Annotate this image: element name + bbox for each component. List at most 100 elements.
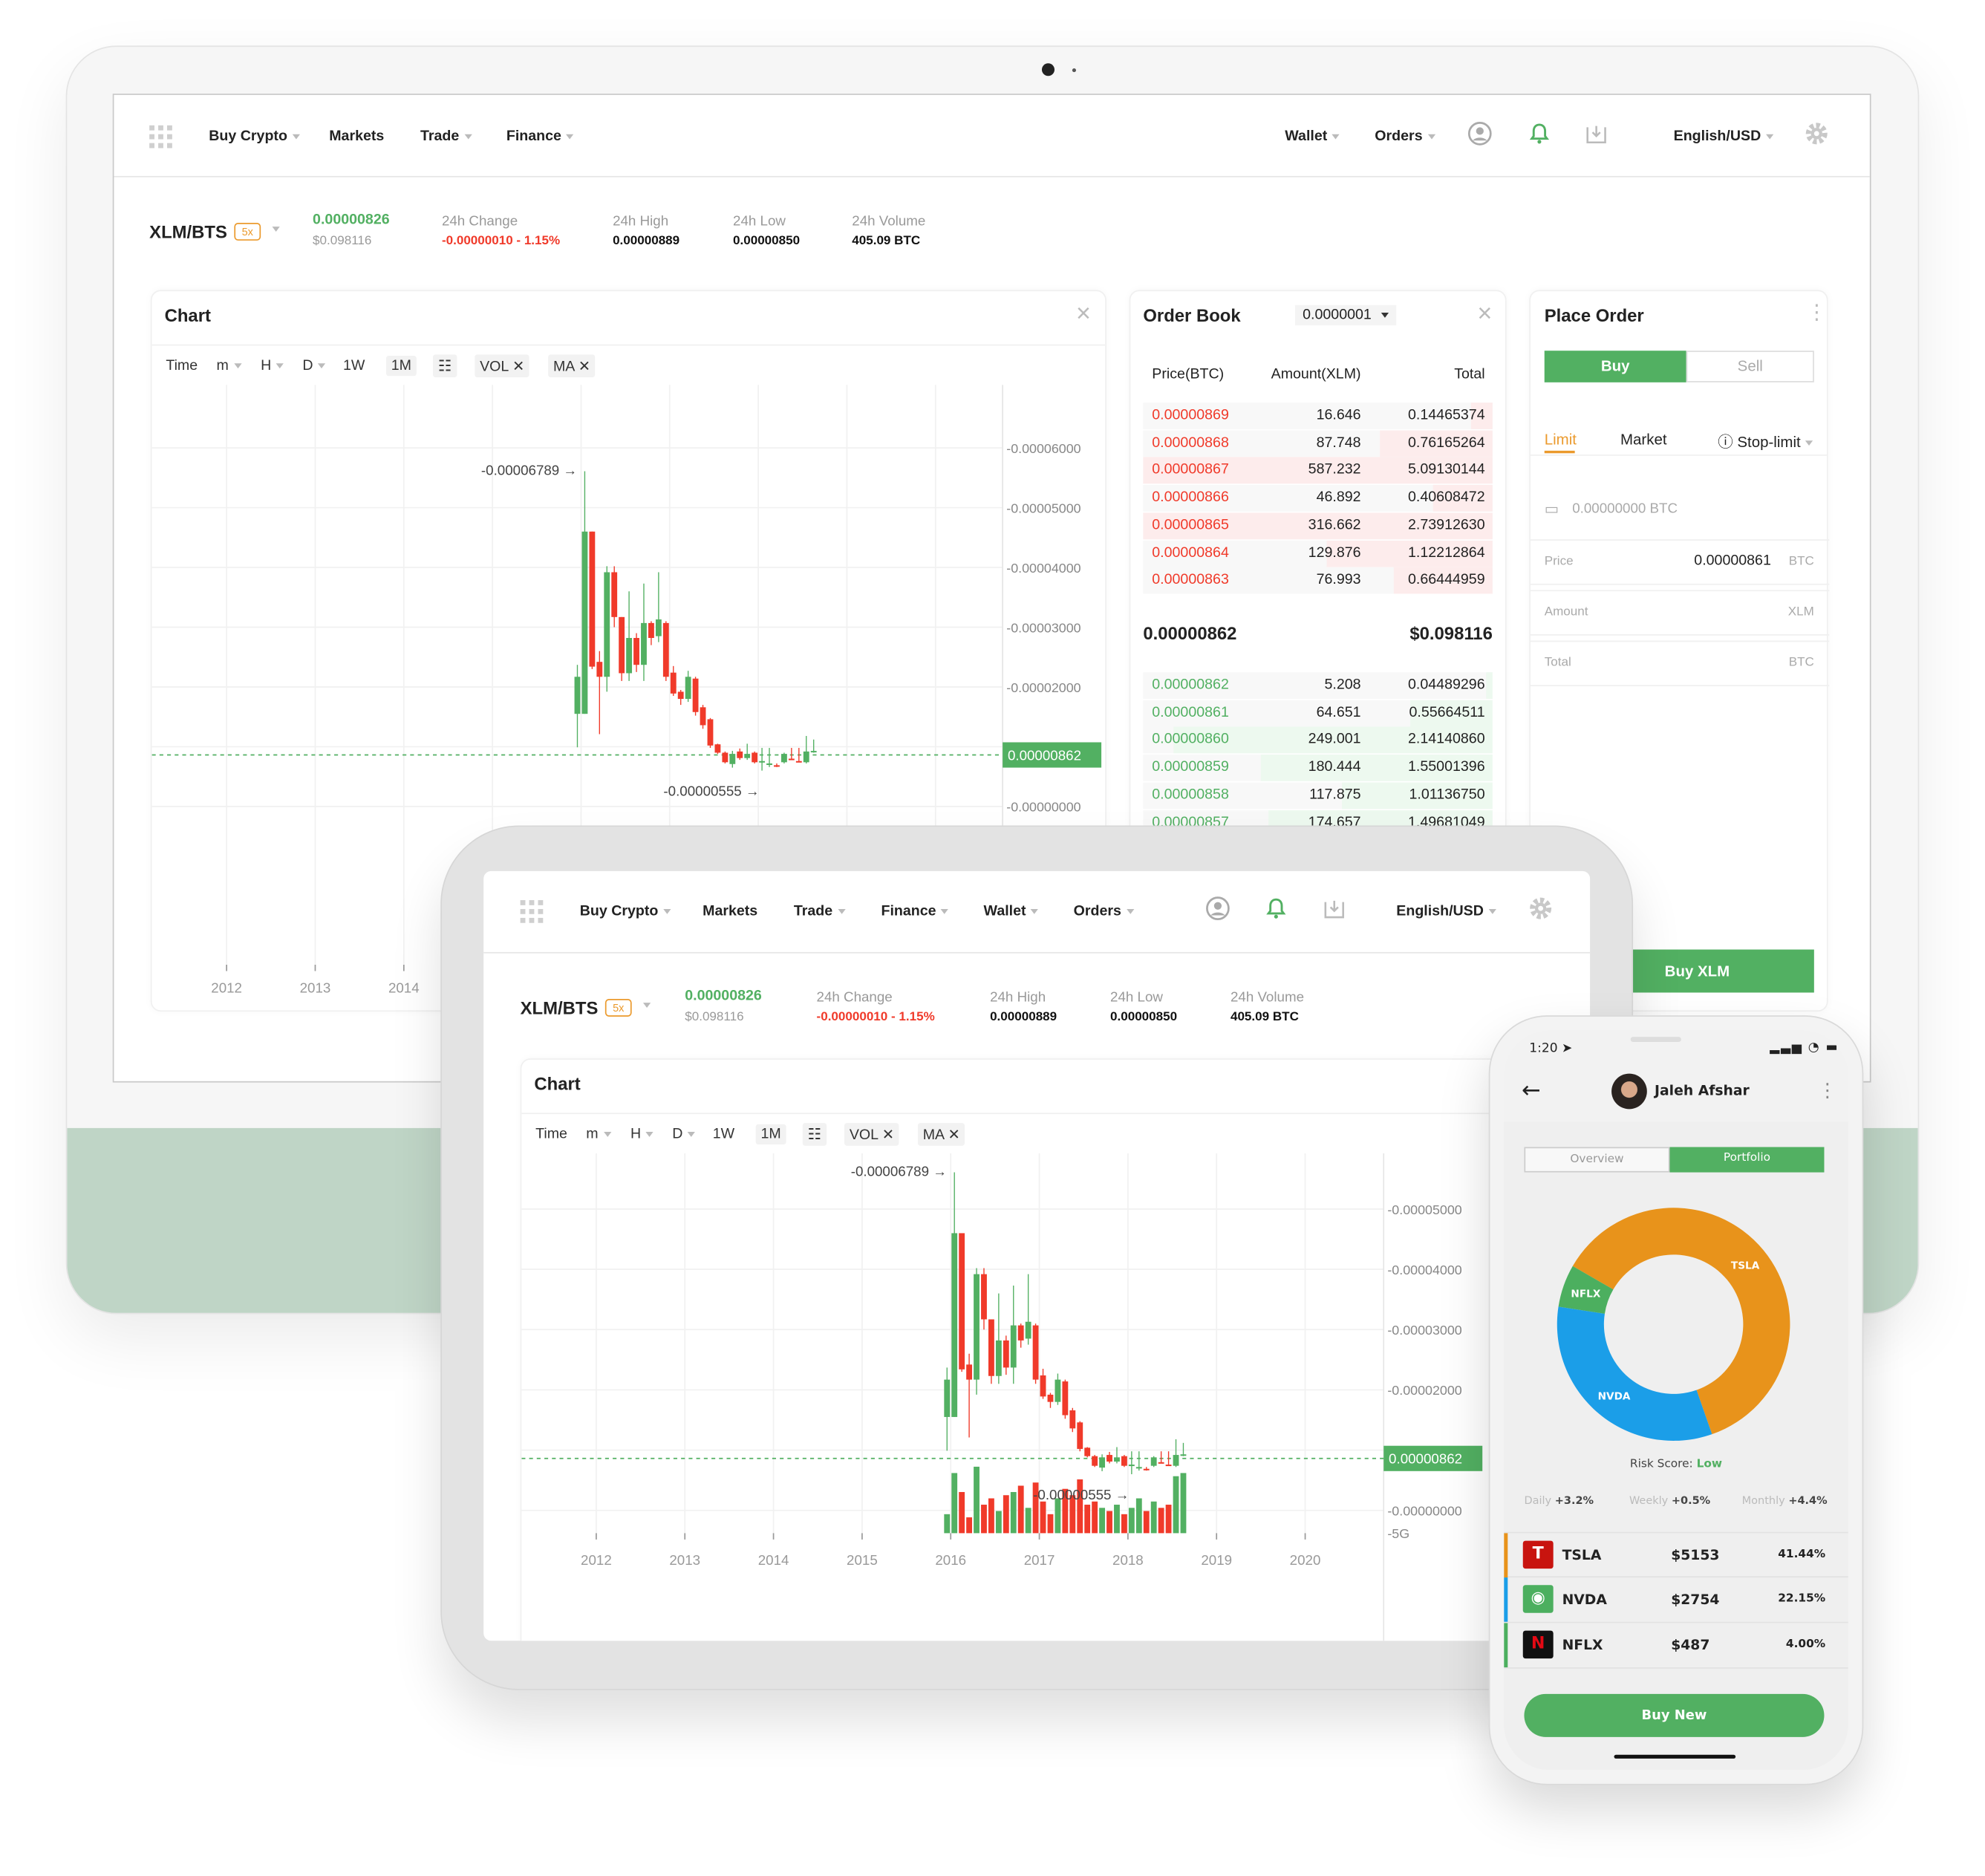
field-unit: BTC xyxy=(1788,554,1814,569)
row-total: 0.66444959 xyxy=(1408,572,1485,588)
buy-new-button[interactable]: Buy New xyxy=(1524,1693,1825,1737)
nav-wallet[interactable]: Wallet xyxy=(984,904,1039,919)
nvidia-logo-icon: ◉ xyxy=(1522,1585,1554,1613)
download-icon[interactable] xyxy=(1322,896,1347,928)
order-type-limit[interactable]: Limit xyxy=(1545,431,1577,449)
bell-icon[interactable] xyxy=(1263,896,1288,928)
chevron-down-icon[interactable] xyxy=(642,1003,651,1008)
leverage-badge[interactable]: 5x xyxy=(234,223,261,241)
holding-color-bar xyxy=(1504,1533,1508,1578)
field-value: 0.00000861 xyxy=(1694,553,1771,569)
close-order-book-icon[interactable]: × xyxy=(1477,302,1492,327)
last-price: 0.00000826 xyxy=(685,989,762,1004)
row-total: 0.76165264 xyxy=(1408,434,1485,451)
holding-color-bar xyxy=(1504,1577,1508,1622)
candle-body xyxy=(596,662,603,677)
nav-buy-crypto[interactable]: Buy Crypto xyxy=(209,129,300,144)
ask-row[interactable]: 0.00000865 316.662 2.73912630 xyxy=(1143,512,1493,539)
ask-row[interactable]: 0.00000863 76.993 0.66444959 xyxy=(1143,567,1493,594)
bid-row[interactable]: 0.00000861 64.651 0.55664511 xyxy=(1143,700,1493,726)
sell-tab[interactable]: Sell xyxy=(1686,351,1814,382)
nav-trade[interactable]: Trade xyxy=(420,129,472,144)
nav-buy-crypto[interactable]: Buy Crypto xyxy=(580,904,671,919)
nav-wallet[interactable]: Wallet xyxy=(1285,129,1340,144)
ask-row[interactable]: 0.00000864 129.876 1.12212864 xyxy=(1143,540,1493,567)
volume-bar xyxy=(988,1498,994,1534)
pair-name[interactable]: XLM/BTS xyxy=(521,997,599,1017)
apps-grid-icon[interactable] xyxy=(520,900,544,923)
bid-row[interactable]: 0.00000858 117.875 1.01136750 xyxy=(1143,782,1493,809)
holding-row[interactable]: N NFLX $487 4.00% xyxy=(1504,1623,1848,1669)
stat-weekly: Weekly +0.5% xyxy=(1629,1495,1711,1508)
total-input[interactable]: Total BTC xyxy=(1530,640,1830,686)
candle-body xyxy=(589,531,596,667)
tab-overview[interactable]: Overview xyxy=(1524,1147,1670,1173)
holding-value: $487 xyxy=(1671,1637,1710,1654)
candle-body xyxy=(1150,1457,1157,1466)
ask-row[interactable]: 0.00000868 87.748 0.76165264 xyxy=(1143,430,1493,457)
candle-body xyxy=(722,752,729,763)
language-selector[interactable]: English/USD xyxy=(1674,129,1774,144)
stat-label-volume: 24h Volume xyxy=(1230,990,1305,1006)
language-selector[interactable]: English/USD xyxy=(1396,904,1496,919)
stat-label-low: 24h Low xyxy=(1110,990,1163,1006)
nav-markets[interactable]: Markets xyxy=(329,129,384,144)
candle-body xyxy=(1128,1465,1135,1467)
candle-body xyxy=(685,677,691,700)
nav-orders[interactable]: Orders xyxy=(1375,129,1435,144)
chevron-down-icon[interactable] xyxy=(272,227,280,232)
nav-finance[interactable]: Finance xyxy=(881,904,949,919)
row-amount: 46.892 xyxy=(1316,489,1361,506)
gear-icon[interactable] xyxy=(1528,896,1554,928)
apps-grid-icon[interactable] xyxy=(149,125,172,149)
pair-name[interactable]: XLM/BTS xyxy=(149,221,227,241)
bid-row[interactable]: 0.00000862 5.208 0.04489296 xyxy=(1143,672,1493,699)
holding-row[interactable]: ◉ NVDA $2754 22.15% xyxy=(1504,1577,1848,1623)
row-price: 0.00000862 xyxy=(1152,677,1229,693)
tab-portfolio[interactable]: Portfolio xyxy=(1669,1147,1825,1173)
bell-icon[interactable] xyxy=(1527,121,1552,153)
order-type-stop-limit[interactable]: ⓘ Stop-limit xyxy=(1718,431,1813,452)
volume-bar xyxy=(1180,1473,1187,1534)
row-total: 0.40608472 xyxy=(1408,489,1485,506)
gear-icon[interactable] xyxy=(1804,121,1829,153)
ask-row[interactable]: 0.00000866 46.892 0.40608472 xyxy=(1143,485,1493,512)
download-icon[interactable] xyxy=(1584,121,1609,153)
candle-body xyxy=(692,678,699,712)
volume-bar xyxy=(1158,1508,1164,1534)
user-icon[interactable] xyxy=(1205,896,1231,928)
precision-select[interactable]: 0.0000001 xyxy=(1294,304,1396,326)
volume-bar xyxy=(959,1491,965,1534)
nav-markets[interactable]: Markets xyxy=(703,904,757,919)
x-tick-label: 2014 xyxy=(388,980,420,995)
user-icon[interactable] xyxy=(1467,121,1493,153)
back-arrow-icon[interactable]: ← xyxy=(1522,1078,1541,1104)
nav-finance[interactable]: Finance xyxy=(506,129,575,144)
row-total: 2.14140860 xyxy=(1408,732,1485,748)
bid-row[interactable]: 0.00000859 180.444 1.55001396 xyxy=(1143,755,1493,781)
ask-row[interactable]: 0.00000867 587.232 5.09130144 xyxy=(1143,457,1493,484)
more-options-icon[interactable]: ⋮ xyxy=(1818,1078,1837,1101)
amount-input[interactable]: Amount XLM xyxy=(1530,590,1830,636)
buy-tab[interactable]: Buy xyxy=(1544,351,1686,382)
volume-bar xyxy=(981,1505,987,1534)
candle-body xyxy=(648,622,654,638)
nav-orders[interactable]: Orders xyxy=(1074,904,1134,919)
available-balance: 0.00000000 BTC xyxy=(1572,501,1678,517)
order-type-market[interactable]: Market xyxy=(1620,431,1667,449)
candle-body xyxy=(1158,1462,1164,1464)
bid-row[interactable]: 0.00000860 249.001 2.14140860 xyxy=(1143,727,1493,754)
ask-row[interactable]: 0.00000869 16.646 0.14465374 xyxy=(1143,403,1493,429)
stat-label-high: 24h High xyxy=(613,214,669,229)
field-unit: XLM xyxy=(1787,605,1814,619)
y-tick-label: -0.00006000 xyxy=(1006,441,1080,456)
nav-trade[interactable]: Trade xyxy=(794,904,846,919)
holding-ticker: NFLX xyxy=(1562,1637,1603,1654)
leverage-badge[interactable]: 5x xyxy=(604,999,632,1017)
more-options-icon[interactable]: ⋮ xyxy=(1807,303,1827,324)
column-amount: Amount(XLM) xyxy=(1271,367,1361,382)
holding-row[interactable]: T TSLA $5153 41.44% xyxy=(1504,1531,1848,1578)
last-price-tag-label: 0.00000862 xyxy=(1008,747,1081,763)
chevron-down-icon xyxy=(941,908,949,914)
price-input[interactable]: Price 0.00000861 BTC xyxy=(1530,539,1830,585)
